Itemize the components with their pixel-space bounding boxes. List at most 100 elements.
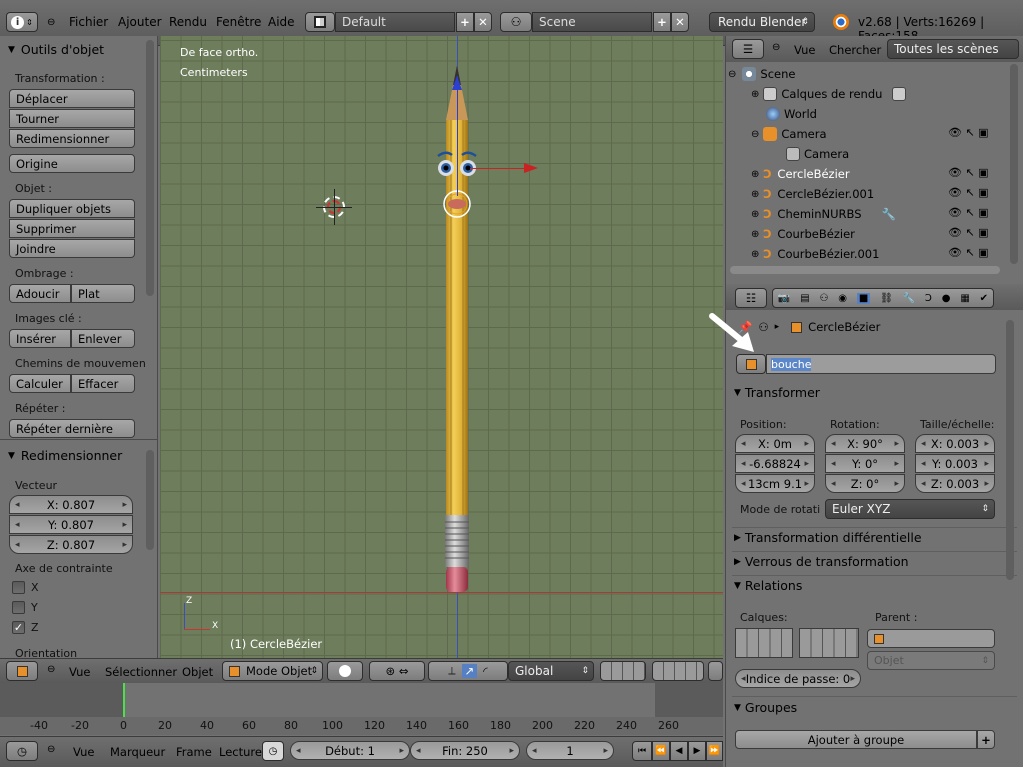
render-tab-icon[interactable]: 📷 [778, 293, 790, 304]
editor-type-button[interactable] [6, 661, 38, 681]
constraint-y-checkbox[interactable] [12, 601, 25, 614]
operator-scrollbar[interactable] [146, 450, 154, 550]
relations-header[interactable]: ▼ Relations [734, 578, 802, 593]
menu-help[interactable]: Aide [268, 15, 295, 29]
render-layers-tab-icon[interactable]: ▤ [800, 293, 809, 304]
collapse-menu-icon[interactable]: ⊖ [772, 42, 780, 53]
outliner-scrollbar[interactable] [1010, 64, 1018, 264]
constraint-z-checkbox[interactable]: ✓ [12, 621, 25, 634]
outliner-row-world[interactable]: World [726, 104, 1008, 124]
layer-buttons-2[interactable] [652, 661, 704, 681]
manipulator-x-arrow-icon[interactable] [524, 163, 538, 173]
outliner-hscrollbar[interactable] [730, 266, 1000, 274]
constraints-tab-icon[interactable]: ⛓ [880, 293, 893, 304]
scene-tab-icon[interactable]: ⚇ [819, 293, 828, 304]
scene-selector-button[interactable]: ⚇ [500, 12, 532, 32]
rotate-manipulator-icon[interactable]: ◜ [483, 664, 487, 678]
location-z-field[interactable]: 13cm 9.1 [735, 474, 815, 493]
outliner-editor-type-button[interactable]: ☰ [732, 39, 764, 59]
visibility-row[interactable]: 👁 ↖ ▣ [948, 186, 1008, 206]
render-engine-select[interactable]: Rendu Blender ⇕ [709, 12, 815, 32]
scale-y-field[interactable]: Y: 0.003 [915, 454, 995, 473]
play-button[interactable]: ▶ [688, 741, 706, 761]
timeline-playback-menu[interactable]: Lecture [219, 745, 262, 759]
layout-name-field[interactable]: Default [335, 12, 455, 32]
visibility-row[interactable]: 👁 ↖ ▣ [948, 246, 1008, 266]
pencil-model[interactable] [430, 60, 490, 630]
insert-keyframe-button[interactable]: Insérer [9, 329, 71, 348]
material-tab-icon[interactable]: ● [942, 293, 951, 304]
timeline-editor[interactable]: -40 -20 0 20 40 60 80 100 120 140 160 18… [0, 683, 723, 767]
remove-keyframe-button[interactable]: Enlever [71, 329, 135, 348]
scale-z-field[interactable]: Z: 0.003 [915, 474, 995, 493]
physics-tab-icon[interactable]: ✔ [980, 293, 988, 304]
layer-grid-1[interactable] [735, 628, 793, 658]
clear-paths-button[interactable]: Effacer [71, 374, 135, 393]
layer-buttons-1[interactable] [600, 661, 646, 681]
outliner-row-render-layers[interactable]: ⊕ Calques de rendu [726, 84, 1008, 104]
collapse-menu-icon[interactable]: ⊖ [47, 17, 55, 28]
delta-transform-header[interactable]: ▶ Transformation différentielle [734, 530, 922, 545]
translate-button[interactable]: Déplacer [9, 89, 135, 108]
resize-x-field[interactable]: X: 0.807 [9, 495, 133, 514]
object-tab-icon[interactable]: ■ [856, 292, 871, 304]
calculate-paths-button[interactable]: Calculer [9, 374, 71, 393]
menu-render[interactable]: Rendu [169, 15, 207, 29]
modifiers-tab-icon[interactable]: 🔧 [903, 293, 915, 304]
constraint-x-checkbox[interactable] [12, 581, 25, 594]
tool-shelf-scrollbar[interactable] [146, 40, 154, 296]
rotation-z-field[interactable]: Z: 0° [825, 474, 905, 493]
jump-start-button[interactable]: ⏮ [632, 741, 652, 761]
duplicate-objects-button[interactable]: Dupliquer objets [9, 199, 135, 218]
repeat-last-button[interactable]: Répéter dernière [9, 419, 135, 438]
object-menu[interactable]: Objet [182, 665, 213, 679]
manipulator-z-axis[interactable] [457, 76, 458, 196]
texture-tab-icon[interactable]: ▦ [960, 293, 969, 304]
resize-operator-header[interactable]: ▼ Redimensionner [8, 448, 122, 463]
parent-type-select[interactable]: Objet ⇕ [867, 651, 995, 670]
start-frame-field[interactable]: Début: 1 [290, 741, 410, 760]
flat-button[interactable]: Plat [71, 284, 135, 303]
pivot-point-select[interactable]: ⊛ ⇔ [369, 661, 425, 681]
translate-manipulator-icon[interactable]: ↗ [461, 664, 478, 678]
rotation-mode-select[interactable]: Euler XYZ ⇕ [825, 499, 995, 519]
transform-locks-header[interactable]: ▶ Verrous de transformation [734, 554, 909, 569]
outliner-search-menu[interactable]: Chercher [829, 43, 881, 57]
resize-y-field[interactable]: Y: 0.807 [9, 515, 133, 534]
delete-button[interactable]: Supprimer [9, 219, 135, 238]
timeline-view-menu[interactable]: Vue [73, 745, 94, 759]
add-to-group-button[interactable]: Ajouter à groupe [735, 730, 977, 749]
rotate-button[interactable]: Tourner [9, 109, 135, 128]
mode-select[interactable]: Mode Objet ⇕ [222, 661, 323, 681]
scene-name-field[interactable]: Scene [532, 12, 652, 32]
object-tools-header[interactable]: ▼ Outils d'objet [8, 42, 104, 57]
manipulator-z-arrow-icon[interactable] [452, 76, 462, 90]
lock-layers-button[interactable] [708, 661, 723, 681]
parent-field[interactable] [867, 629, 995, 648]
groups-header[interactable]: ▼ Groupes [734, 700, 797, 715]
outliner-row-scene[interactable]: ⊖ Scene [726, 64, 1008, 84]
layer-grid-2[interactable] [799, 628, 859, 658]
remove-layout-button[interactable]: ✕ [474, 12, 492, 32]
new-group-button[interactable]: + [977, 730, 995, 749]
collapse-menu-icon[interactable]: ⊖ [47, 744, 55, 755]
menu-window[interactable]: Fenêtre [216, 15, 261, 29]
object-browse-button[interactable] [736, 354, 766, 374]
outliner-view-menu[interactable]: Vue [794, 43, 815, 57]
outliner-display-mode-select[interactable]: Toutes les scènes [887, 39, 1019, 59]
smooth-button[interactable]: Adoucir [9, 284, 71, 303]
menu-file[interactable]: Fichier [69, 15, 108, 29]
transform-panel-header[interactable]: ▼ Transformer [734, 385, 820, 400]
resize-z-field[interactable]: Z: 0.807 [9, 535, 133, 554]
visibility-row[interactable]: 👁 ↖ ▣ [948, 206, 1008, 226]
menu-add[interactable]: Ajouter [118, 15, 162, 29]
select-menu[interactable]: Sélectionner [105, 665, 177, 679]
pass-index-field[interactable]: Indice de passe: 0 [735, 669, 861, 688]
data-tab-icon[interactable]: Ͻ [925, 293, 932, 304]
remove-scene-button[interactable]: ✕ [671, 12, 689, 32]
visibility-row[interactable]: 👁 ↖ ▣ [948, 226, 1008, 246]
scale-button[interactable]: Redimensionner [9, 129, 135, 148]
current-frame-field[interactable]: 1 [526, 741, 614, 760]
properties-scrollbar[interactable] [1006, 320, 1014, 580]
viewport-shading-select[interactable] [327, 661, 363, 681]
